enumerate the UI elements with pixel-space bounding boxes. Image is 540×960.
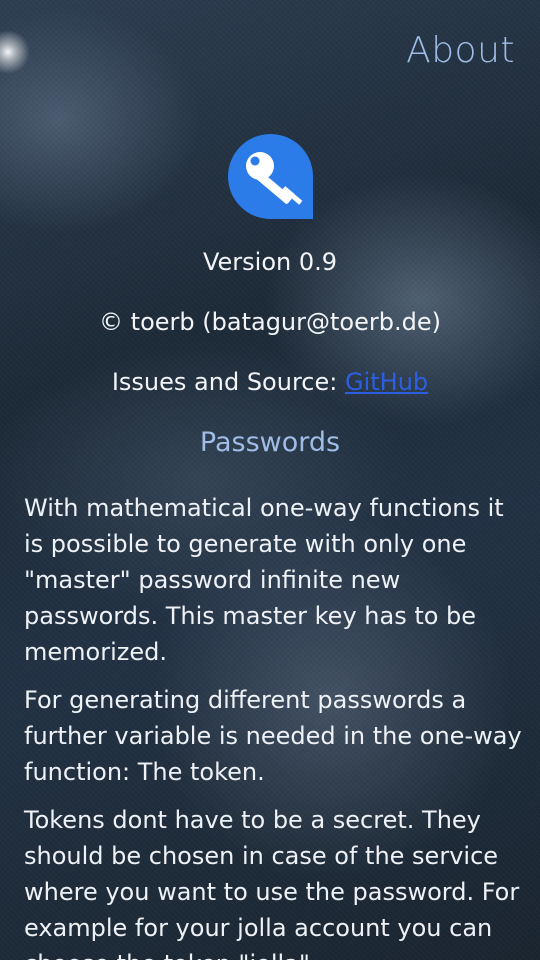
github-link[interactable]: GitHub — [345, 368, 428, 396]
issues-label: Issues and Source: — [111, 368, 345, 396]
issues-line: Issues and Source: GitHub — [0, 368, 540, 396]
paragraph-token: For generating different passwords a fur… — [24, 686, 522, 786]
version-text: Version 0.9 — [202, 248, 338, 276]
paragraph-token-example: Tokens dont have to be a secret. They sh… — [24, 806, 520, 960]
page-header-title: About — [406, 30, 515, 71]
key-icon — [228, 134, 313, 219]
copyright-text: © toerb (batagur@toerb.de) — [99, 308, 441, 336]
section-header-passwords: Passwords — [199, 427, 341, 458]
paragraph-master-password: With mathematical one-way functions it i… — [24, 494, 504, 666]
about-description: With mathematical one-way functions it i… — [24, 490, 522, 960]
ambience-sparkle — [0, 30, 30, 74]
